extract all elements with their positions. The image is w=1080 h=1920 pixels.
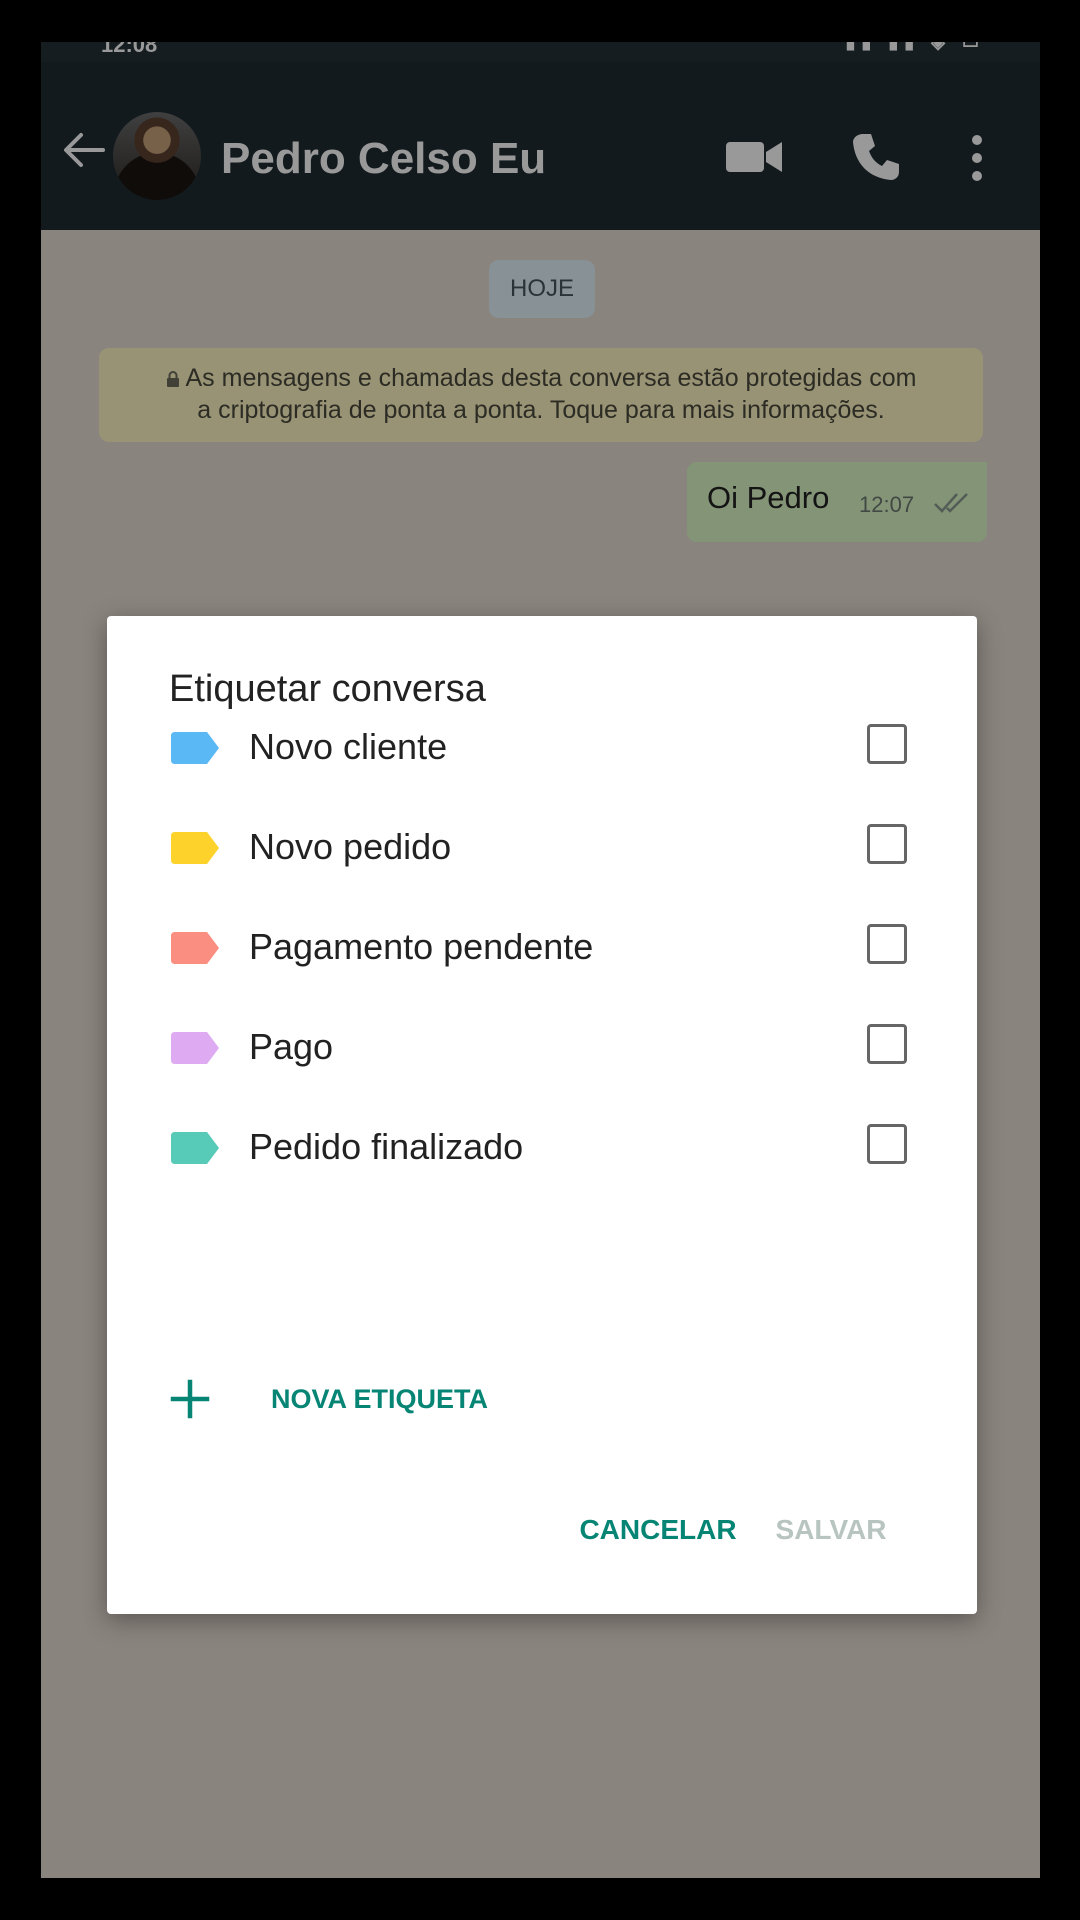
label-row-pedido-finalizado[interactable]: Pedido finalizado	[107, 1086, 977, 1208]
label-tag-icon	[171, 932, 219, 964]
plus-icon	[170, 1379, 210, 1419]
label-checkbox[interactable]	[867, 724, 907, 764]
label-name: Novo cliente	[249, 726, 448, 767]
label-tag-icon	[171, 1032, 219, 1064]
label-name: Pedido finalizado	[249, 1126, 524, 1167]
label-tag-icon	[171, 832, 219, 864]
phone-screen: 12:08 ▮▮ ▮▮ ◈ ▭ Pedro Celso Eu HOJE As m…	[41, 42, 1040, 1878]
new-label-button[interactable]: NOVA ETIQUETA	[157, 1366, 557, 1436]
label-checkbox[interactable]	[867, 824, 907, 864]
label-name: Novo pedido	[249, 826, 452, 867]
label-name: Pagamento pendente	[249, 926, 594, 967]
label-checkbox[interactable]	[867, 1124, 907, 1164]
label-tag-icon	[171, 732, 219, 764]
new-label-text: NOVA ETIQUETA	[271, 1384, 489, 1414]
label-chat-dialog: Etiquetar conversa Novo cliente Novo ped…	[107, 616, 977, 1614]
save-button[interactable]: SALVAR	[759, 1500, 903, 1560]
cancel-button[interactable]: CANCELAR	[573, 1500, 743, 1560]
label-checkbox[interactable]	[867, 1024, 907, 1064]
label-name: Pago	[249, 1026, 334, 1067]
label-checkbox[interactable]	[867, 924, 907, 964]
label-tag-icon	[171, 1132, 219, 1164]
